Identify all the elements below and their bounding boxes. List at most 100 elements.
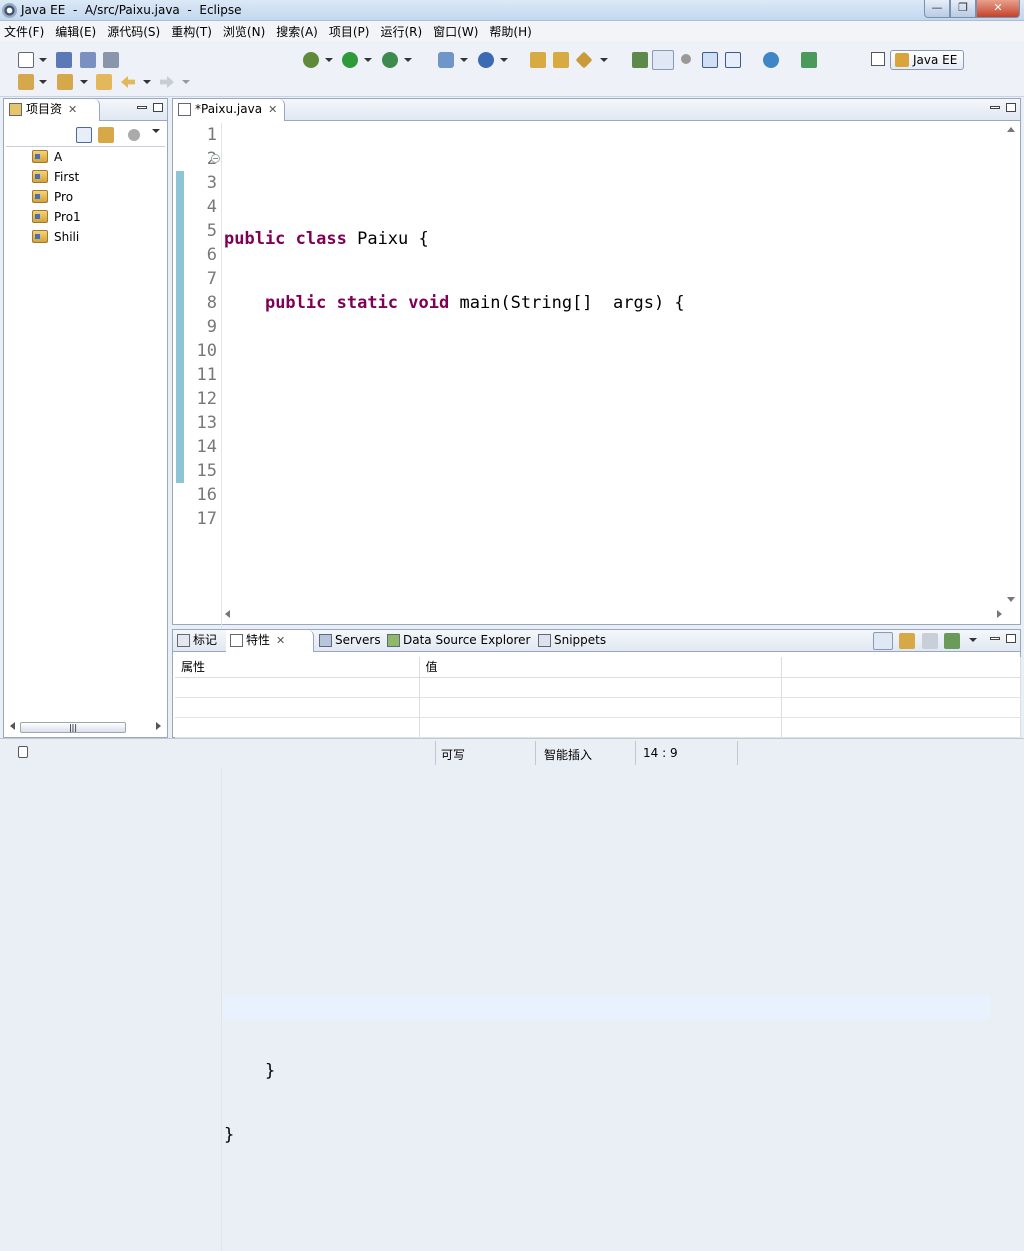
new-icon[interactable] (18, 52, 34, 68)
new-server-dropdown-icon[interactable] (460, 58, 468, 62)
save-icon[interactable] (56, 52, 72, 68)
view-menu-icon[interactable] (152, 129, 160, 133)
code-line[interactable] (222, 803, 990, 827)
menu-source[interactable]: 源代码(S) (107, 23, 160, 40)
tab-project-explorer[interactable]: 项目资 ✕ (4, 99, 100, 121)
external-tools-icon[interactable] (382, 52, 398, 68)
new-class-dropdown-icon[interactable] (500, 58, 508, 62)
debug-icon[interactable] (303, 52, 319, 68)
minimize-button[interactable]: — (924, 0, 950, 18)
close-icon[interactable]: ✕ (68, 99, 77, 120)
project-item[interactable]: Pro (32, 187, 81, 207)
menu-project[interactable]: 项目(P) (329, 23, 370, 40)
close-icon[interactable]: ✕ (276, 630, 285, 651)
back-arrow-icon[interactable] (121, 76, 135, 88)
code-line[interactable]: public class Paixu { (222, 227, 990, 251)
editor-vertical-scrollbar[interactable] (1004, 125, 1018, 604)
next-annotation-icon[interactable] (18, 74, 34, 90)
project-horizontal-scrollbar[interactable]: ||| (6, 719, 165, 735)
current-code-line[interactable] (222, 995, 990, 1019)
project-item[interactable]: Pro1 (32, 207, 81, 227)
show-whitespace-icon[interactable] (702, 52, 718, 68)
web-service-icon[interactable] (801, 52, 817, 68)
pin-icon[interactable] (944, 633, 960, 649)
tab-properties[interactable]: 特性 ✕ (226, 630, 314, 652)
toggle-breadcrumb-icon[interactable] (632, 52, 648, 68)
editor-horizontal-scrollbar[interactable] (225, 608, 1002, 620)
column-header-property[interactable]: 属性 (175, 657, 420, 678)
menu-edit[interactable]: 编辑(E) (55, 23, 96, 40)
last-edit-location-icon[interactable] (96, 74, 112, 90)
code-line[interactable]: } (222, 1059, 990, 1083)
scroll-right-icon[interactable] (997, 610, 1002, 618)
save-all-icon[interactable] (80, 52, 96, 68)
code-line[interactable] (222, 483, 990, 507)
minimize-icon[interactable] (990, 106, 1000, 109)
link-with-editor-icon[interactable] (98, 127, 114, 143)
code-line[interactable]: } (222, 1123, 990, 1147)
maximize-button[interactable]: ❐ (950, 0, 976, 18)
minimize-icon[interactable] (137, 106, 147, 109)
show-advanced-icon[interactable] (899, 633, 915, 649)
menu-window[interactable]: 窗口(W) (433, 23, 478, 40)
close-button[interactable]: ✕ (976, 0, 1020, 18)
maximize-icon[interactable] (1006, 634, 1016, 643)
maximize-icon[interactable] (153, 103, 163, 112)
minimize-icon[interactable] (990, 637, 1000, 640)
collapse-all-icon[interactable] (76, 127, 92, 143)
code-line[interactable] (222, 867, 990, 891)
menu-navigate[interactable]: 浏览(N) (223, 23, 265, 40)
new-class-icon[interactable] (478, 52, 494, 68)
scrollbar-thumb[interactable]: ||| (20, 721, 126, 733)
open-resource-icon[interactable] (553, 52, 569, 68)
column-header-value[interactable]: 值 (419, 657, 782, 678)
scroll-left-icon[interactable] (10, 722, 15, 730)
back-dropdown-icon[interactable] (143, 80, 151, 84)
tab-markers[interactable]: 标记 (173, 630, 225, 652)
new-dropdown-icon[interactable] (39, 58, 47, 62)
search-dropdown-icon[interactable] (600, 58, 608, 62)
project-item[interactable]: First (32, 167, 81, 187)
run-dropdown-icon[interactable] (364, 58, 372, 62)
tab-servers[interactable]: Servers (315, 630, 381, 652)
menu-file[interactable]: 文件(F) (4, 23, 44, 40)
globe-icon[interactable] (763, 52, 779, 68)
tab-data-source-explorer[interactable]: Data Source Explorer (383, 630, 531, 652)
scroll-right-icon[interactable] (156, 722, 161, 730)
code-line[interactable] (222, 419, 990, 443)
code-line[interactable] (222, 547, 990, 571)
code-line[interactable] (222, 1187, 990, 1211)
external-tools-dropdown-icon[interactable] (404, 58, 412, 62)
menu-help[interactable]: 帮助(H) (489, 23, 531, 40)
code-line[interactable] (222, 355, 990, 379)
mark-occurrences-icon[interactable] (652, 50, 674, 70)
pilcrow-icon[interactable] (725, 52, 741, 68)
menu-search[interactable]: 搜索(A) (276, 23, 318, 40)
scroll-left-icon[interactable] (225, 610, 230, 618)
open-perspective-icon[interactable] (871, 52, 885, 66)
code-line[interactable] (222, 931, 990, 955)
perspective-java-ee-button[interactable]: Java EE (890, 50, 964, 70)
scroll-down-icon[interactable] (1007, 597, 1015, 602)
tab-snippets[interactable]: Snippets (534, 630, 614, 652)
block-selection-icon[interactable] (681, 54, 691, 64)
view-menu-icon[interactable] (969, 638, 977, 642)
new-server-icon[interactable] (438, 52, 454, 68)
debug-dropdown-icon[interactable] (325, 58, 333, 62)
previous-annotation-icon[interactable] (57, 74, 73, 90)
fast-view-icon[interactable] (18, 746, 28, 758)
project-item[interactable]: Shili (32, 227, 81, 247)
fold-collapse-icon[interactable]: − (211, 154, 220, 163)
run-icon[interactable] (342, 52, 358, 68)
print-icon[interactable] (103, 52, 119, 68)
maximize-icon[interactable] (1006, 103, 1016, 112)
menu-run[interactable]: 运行(R) (380, 23, 422, 40)
code-line[interactable] (222, 163, 990, 187)
project-item[interactable]: A (32, 147, 81, 167)
filter-icon[interactable] (922, 633, 938, 649)
code-line[interactable]: public static void main(String[] args) { (222, 291, 990, 315)
close-icon[interactable]: ✕ (268, 99, 277, 120)
filter-icon[interactable] (128, 129, 140, 141)
scroll-up-icon[interactable] (1007, 127, 1015, 132)
show-categories-icon[interactable] (873, 632, 893, 650)
